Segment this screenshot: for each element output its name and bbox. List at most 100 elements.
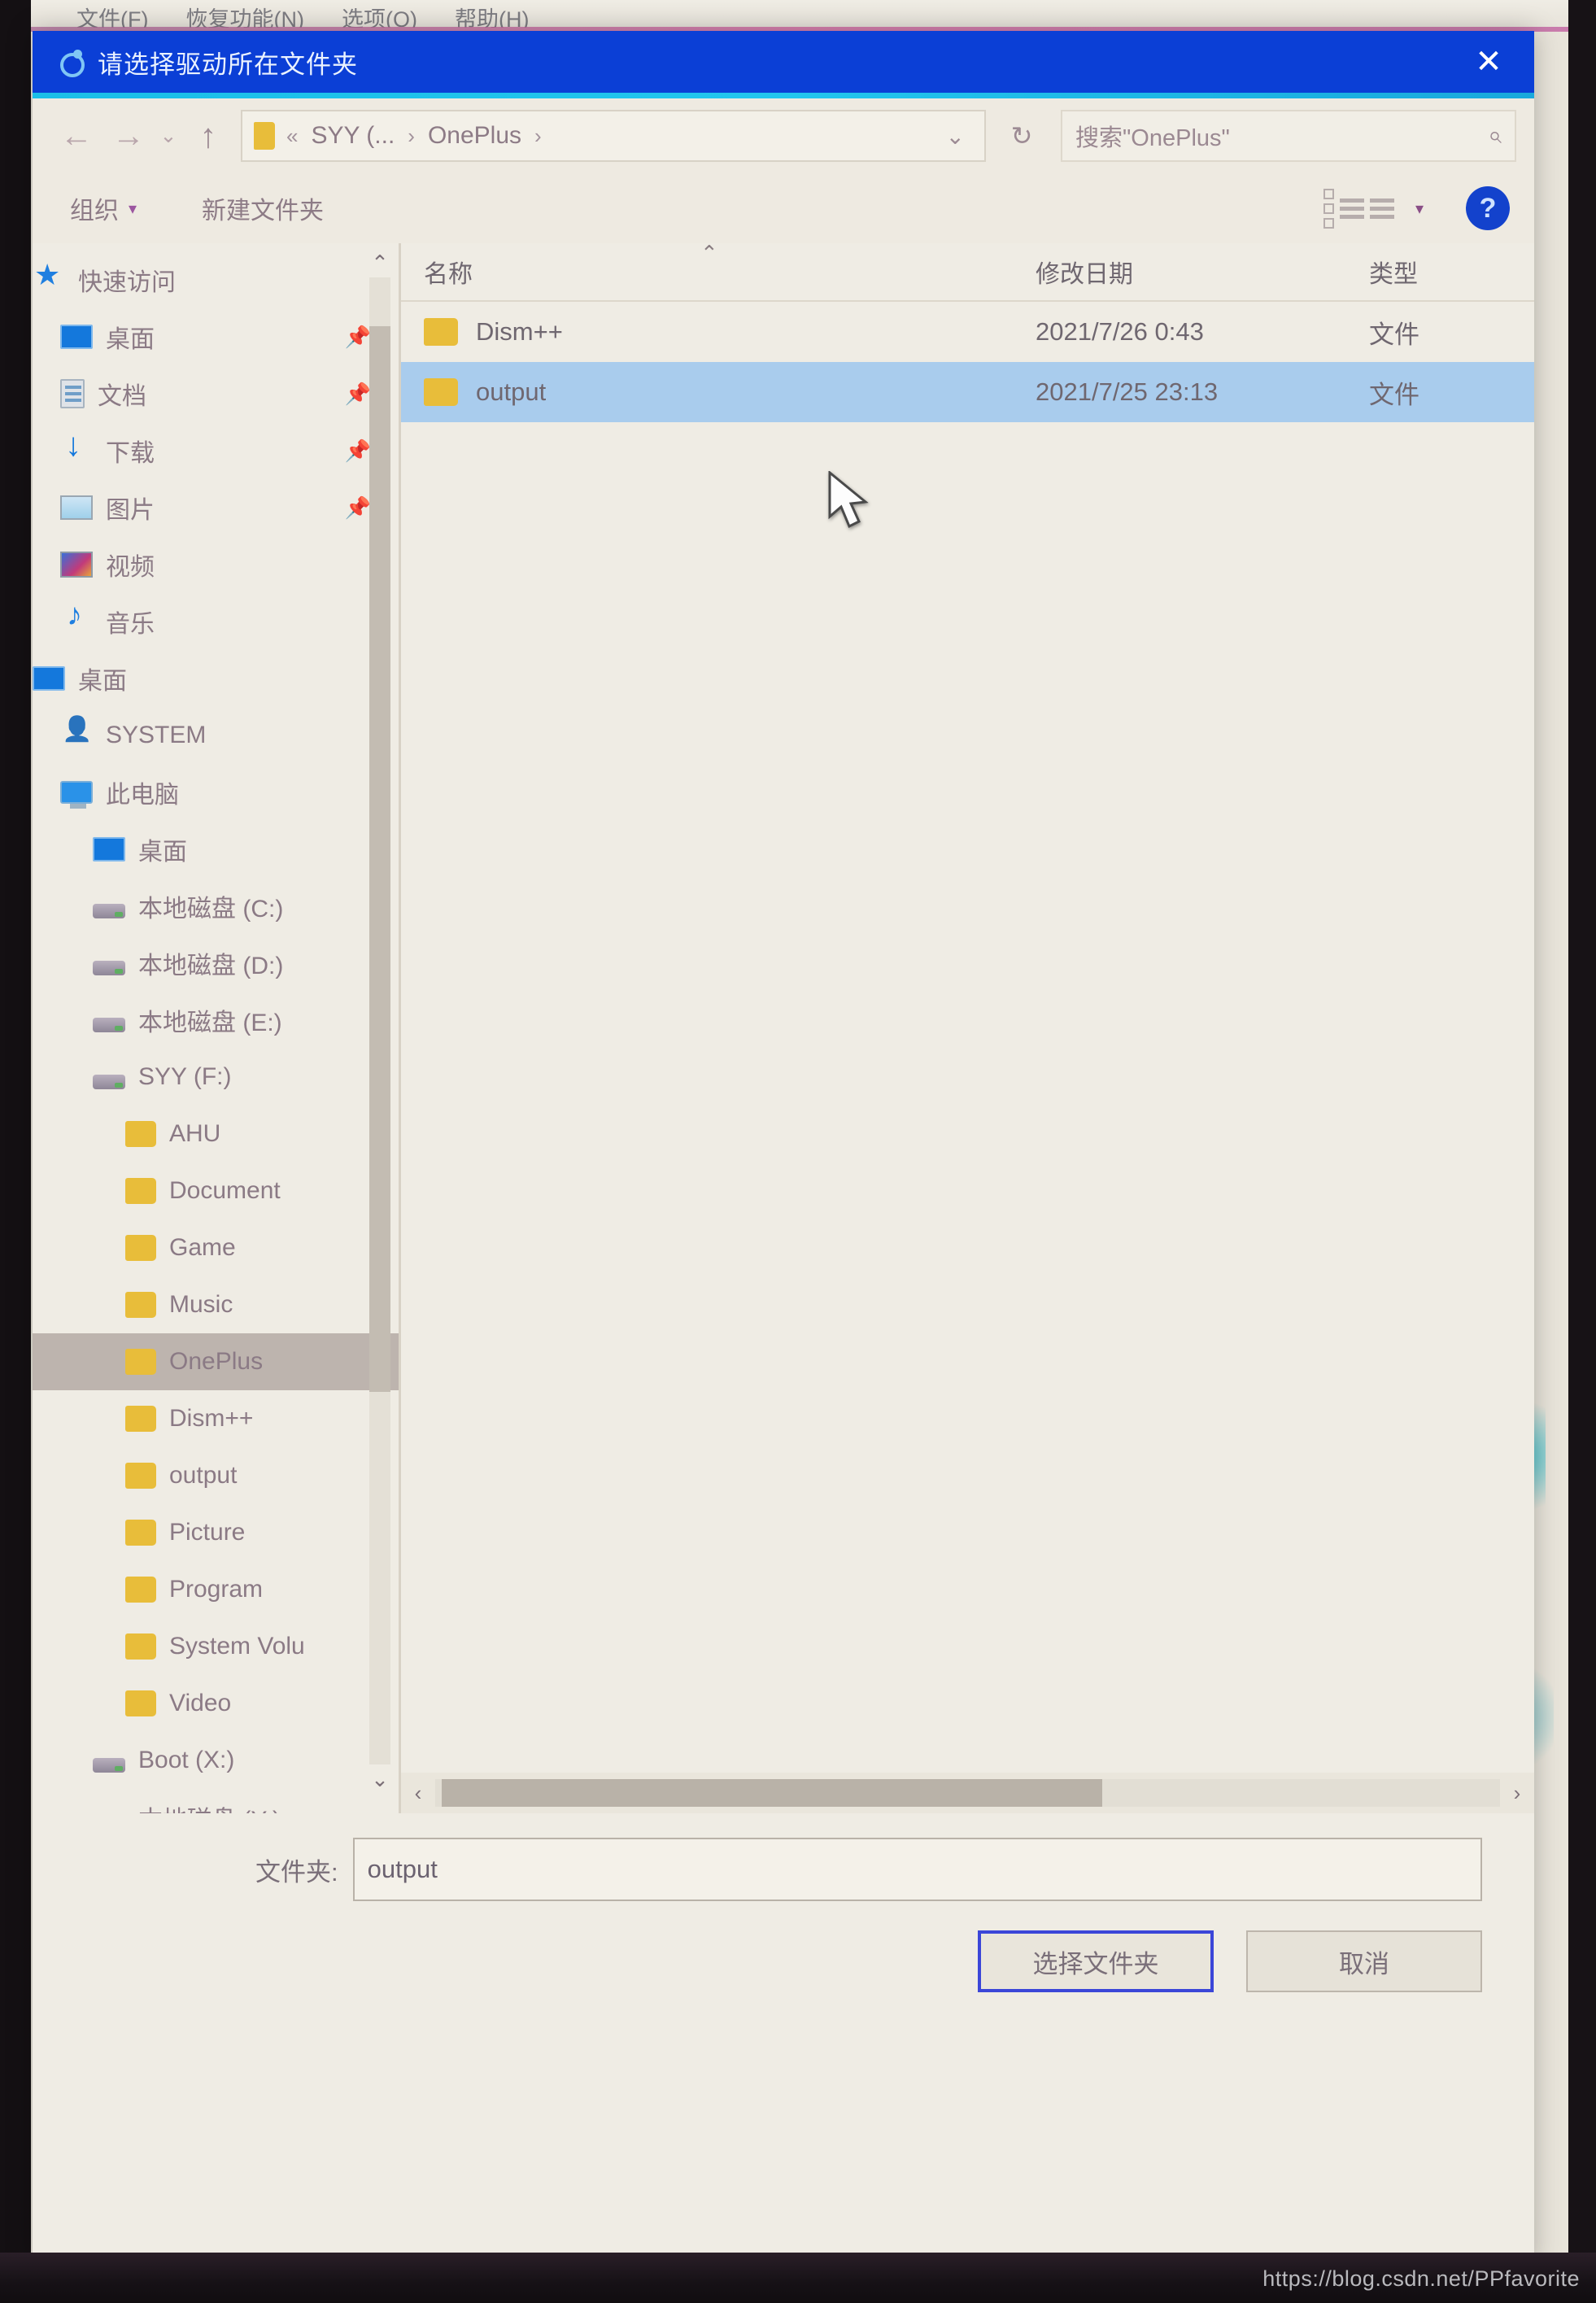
pin-icon[interactable]: 📌 — [345, 495, 371, 521]
tree-item-label: 文档 — [98, 376, 146, 412]
tree-item-音乐[interactable]: 音乐 — [33, 593, 399, 650]
recent-locations-icon[interactable]: ⌄ — [155, 110, 182, 162]
tree-item-快速访问[interactable]: 快速访问 — [33, 251, 399, 308]
tree-item-label: 桌面 — [78, 661, 127, 696]
tree-item-本地磁盘-e-[interactable]: 本地磁盘 (E:) — [33, 992, 399, 1049]
tree-item-桌面[interactable]: 桌面 — [33, 821, 399, 878]
scrollbar-track[interactable] — [369, 277, 390, 1764]
breadcrumb-sep-2[interactable]: › — [534, 124, 542, 149]
table-row[interactable]: output2021/7/25 23:13文件 — [401, 362, 1534, 422]
pin-icon[interactable]: 📌 — [345, 325, 371, 350]
tree-item-dism-[interactable]: Dism++ — [33, 1390, 399, 1447]
breadcrumb: « SYY (... › OnePlus › — [286, 122, 542, 150]
picture-icon — [60, 495, 93, 520]
organize-button[interactable]: 组织 ▾ — [70, 190, 137, 226]
tree-item-本地磁盘-d-[interactable]: 本地磁盘 (D:) — [33, 935, 399, 992]
breadcrumb-item-syy[interactable]: SYY (... — [311, 122, 395, 150]
tree-item-label: 桌面 — [138, 831, 187, 867]
tree-item-label: Document — [169, 1177, 281, 1205]
tree-item-system[interactable]: SYSTEM — [33, 707, 399, 764]
hscrollbar-thumb[interactable] — [442, 1779, 1102, 1807]
cancel-button[interactable]: 取消 — [1246, 1930, 1482, 1992]
tree-item-视频[interactable]: 视频 — [33, 536, 399, 593]
tree-item-桌面[interactable]: 桌面 📌 — [33, 308, 399, 365]
menu-item-help[interactable]: 帮助(H) — [455, 2, 529, 28]
tree-item-picture[interactable]: Picture — [33, 1504, 399, 1561]
chevron-down-icon[interactable]: ▾ — [1415, 198, 1424, 219]
tree-item-下载[interactable]: 下载📌 — [33, 422, 399, 479]
desktop-icon — [93, 837, 125, 861]
menu-item-options[interactable]: 选项(O) — [342, 2, 417, 28]
tree-item-video[interactable]: Video — [33, 1675, 399, 1732]
breadcrumb-item-oneplus[interactable]: OnePlus — [428, 122, 521, 150]
tree-item-本地磁盘-y-[interactable]: 本地磁盘 (Y:) — [33, 1789, 399, 1813]
refresh-icon[interactable]: ↻ — [986, 110, 1057, 162]
tree-item-label: SYSTEM — [106, 722, 206, 749]
menu-item-file[interactable]: 文件(F) — [76, 2, 148, 28]
cell-modified: 2021/7/26 0:43 — [1036, 317, 1369, 347]
tree-item-label: 桌面 — [106, 319, 155, 355]
tree-item-label: Video — [169, 1690, 231, 1717]
up-button[interactable]: ↑ — [182, 110, 234, 162]
nav-pane-scrollbar[interactable]: ⌃ ⌄ — [369, 248, 390, 1794]
table-row[interactable]: Dism++2021/7/26 0:43文件 — [401, 302, 1534, 362]
titlebar-accent-line — [33, 93, 1534, 98]
folder-icon — [125, 1633, 156, 1660]
select-folder-button[interactable]: 选择文件夹 — [978, 1930, 1214, 1992]
tree-item-system-volu[interactable]: System Volu — [33, 1618, 399, 1675]
back-button[interactable]: ← — [50, 110, 102, 162]
tree-item-此电脑[interactable]: 此电脑 — [33, 764, 399, 821]
hscrollbar-track[interactable] — [435, 1779, 1500, 1807]
scroll-down-icon[interactable]: ⌄ — [369, 1764, 390, 1794]
download-icon — [60, 437, 93, 465]
folder-name-input[interactable]: output — [353, 1838, 1482, 1901]
tree-item-label: 视频 — [106, 547, 155, 582]
star-icon — [33, 266, 65, 294]
new-folder-label: 新建文件夹 — [202, 190, 324, 226]
cell-modified: 2021/7/25 23:13 — [1036, 377, 1369, 407]
tree-item-boot-x-[interactable]: Boot (X:) — [33, 1732, 399, 1789]
tree-item-ahu[interactable]: AHU — [33, 1106, 399, 1162]
tree-item-桌面[interactable]: 桌面 — [33, 650, 399, 707]
tree-item-syy-f-[interactable]: SYY (F:) — [33, 1049, 399, 1106]
tree-item-文档[interactable]: 文档 📌 — [33, 365, 399, 422]
chevron-down-icon[interactable]: ⌄ — [946, 123, 973, 150]
cell-name: output — [401, 377, 1036, 407]
folder-icon — [125, 1292, 156, 1318]
search-input[interactable]: 搜索"OnePlus" ⌕ — [1061, 110, 1516, 162]
forward-button[interactable]: → — [102, 110, 155, 162]
new-folder-button[interactable]: 新建文件夹 — [202, 190, 324, 226]
pin-icon[interactable]: 📌 — [345, 382, 371, 407]
address-bar[interactable]: « SYY (... › OnePlus › ⌄ — [241, 110, 986, 162]
scroll-up-icon[interactable]: ⌃ — [369, 248, 390, 277]
organize-label: 组织 — [70, 190, 119, 226]
column-header-type[interactable]: 类型 — [1369, 254, 1532, 290]
file-list-hscrollbar[interactable]: ‹ › — [401, 1773, 1534, 1813]
menu-item-recovery[interactable]: 恢复功能(N) — [185, 2, 303, 28]
tree-item-label: 本地磁盘 (C:) — [138, 888, 283, 924]
tree-item-label: System Volu — [169, 1633, 305, 1660]
column-header-modified[interactable]: 修改日期 — [1036, 254, 1369, 290]
folder-icon — [125, 1577, 156, 1603]
hscroll-right-icon[interactable]: › — [1500, 1781, 1534, 1806]
close-icon[interactable]: ✕ — [1443, 31, 1534, 93]
tree-item-music[interactable]: Music — [33, 1276, 399, 1333]
tree-item-game[interactable]: Game — [33, 1219, 399, 1276]
help-icon[interactable]: ? — [1466, 186, 1510, 230]
tree-item-oneplus[interactable]: OnePlus — [33, 1333, 399, 1390]
pin-icon[interactable]: 📌 — [345, 438, 371, 464]
column-header-name[interactable]: 名称 ⌃ — [401, 254, 1036, 290]
photographed-screen: Q W E R T Y 文件(F) 恢复功能(N) 选项(O) 帮助(H) 请选… — [0, 0, 1596, 2303]
scrollbar-thumb[interactable] — [369, 326, 390, 1392]
breadcrumb-overflow[interactable]: « — [286, 124, 298, 149]
chevron-down-icon: ▾ — [129, 198, 137, 219]
file-list-rows: Dism++2021/7/26 0:43文件output2021/7/25 23… — [401, 302, 1534, 422]
tree-item-document[interactable]: Document — [33, 1162, 399, 1219]
view-options-icon[interactable] — [1323, 189, 1394, 229]
tree-item-program[interactable]: Program — [33, 1561, 399, 1618]
tree-item-output[interactable]: output — [33, 1447, 399, 1504]
hscroll-left-icon[interactable]: ‹ — [401, 1781, 435, 1806]
tree-item-图片[interactable]: 图片📌 — [33, 479, 399, 536]
tree-item-本地磁盘-c-[interactable]: 本地磁盘 (C:) — [33, 878, 399, 935]
drive-icon — [93, 1758, 125, 1773]
